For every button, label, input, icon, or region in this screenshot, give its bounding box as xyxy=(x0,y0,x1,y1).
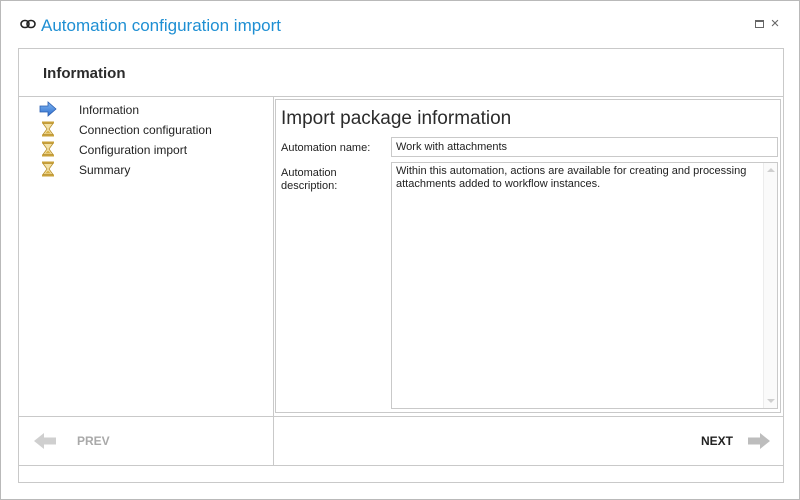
window-title: Automation configuration import xyxy=(41,16,282,35)
step-label: Configuration import xyxy=(79,143,188,157)
hourglass-icon xyxy=(42,161,54,177)
hourglass-icon xyxy=(42,141,54,157)
arrow-right-icon xyxy=(748,433,770,449)
nav-divider xyxy=(273,417,274,465)
wizard-header: Information xyxy=(18,48,784,97)
automation-name-label: Automation name: xyxy=(281,142,371,154)
scroll-down-icon[interactable] xyxy=(767,399,775,403)
arrow-left-icon xyxy=(34,433,56,449)
steps-list: Information Connection configuration Con… xyxy=(19,97,274,416)
step-item-information: Information xyxy=(39,101,269,119)
scroll-up-icon[interactable] xyxy=(767,168,775,172)
section-title: Import package information xyxy=(281,108,512,129)
automation-description-field[interactable]: Within this automation, actions are avai… xyxy=(391,162,778,409)
prev-label: PREV xyxy=(77,434,110,448)
description-text: Within this automation, actions are avai… xyxy=(396,165,747,190)
step-label: Summary xyxy=(79,163,131,177)
close-icon[interactable]: × xyxy=(769,16,781,31)
maximize-icon[interactable] xyxy=(753,18,765,30)
prev-button[interactable]: PREV xyxy=(33,429,123,453)
step-item-connection-configuration: Connection configuration xyxy=(39,121,269,139)
automation-description-label: Automation description: xyxy=(281,167,338,192)
title-bar: Automation configuration import × xyxy=(1,1,799,47)
next-label: NEXT xyxy=(701,434,734,448)
link-icon xyxy=(20,19,36,29)
description-scrollbar[interactable] xyxy=(763,163,777,408)
step-label: Connection configuration xyxy=(79,123,212,137)
next-button[interactable]: NEXT xyxy=(689,429,779,453)
wizard-navigation: PREV NEXT xyxy=(18,416,784,466)
status-bar xyxy=(18,465,784,483)
automation-name-field[interactable]: Work with attachments xyxy=(391,137,778,157)
import-wizard-window: Automation configuration import × Inform… xyxy=(0,0,800,500)
wizard-body: Information Connection configuration Con… xyxy=(18,97,784,417)
hourglass-icon xyxy=(42,121,54,137)
step-item-configuration-import: Configuration import xyxy=(39,141,269,159)
import-info-panel: Import package information Automation na… xyxy=(275,99,781,413)
step-label: Information xyxy=(79,103,140,117)
page-title: Information xyxy=(43,65,126,82)
arrow-right-icon xyxy=(39,101,57,117)
step-item-summary: Summary xyxy=(39,161,269,179)
